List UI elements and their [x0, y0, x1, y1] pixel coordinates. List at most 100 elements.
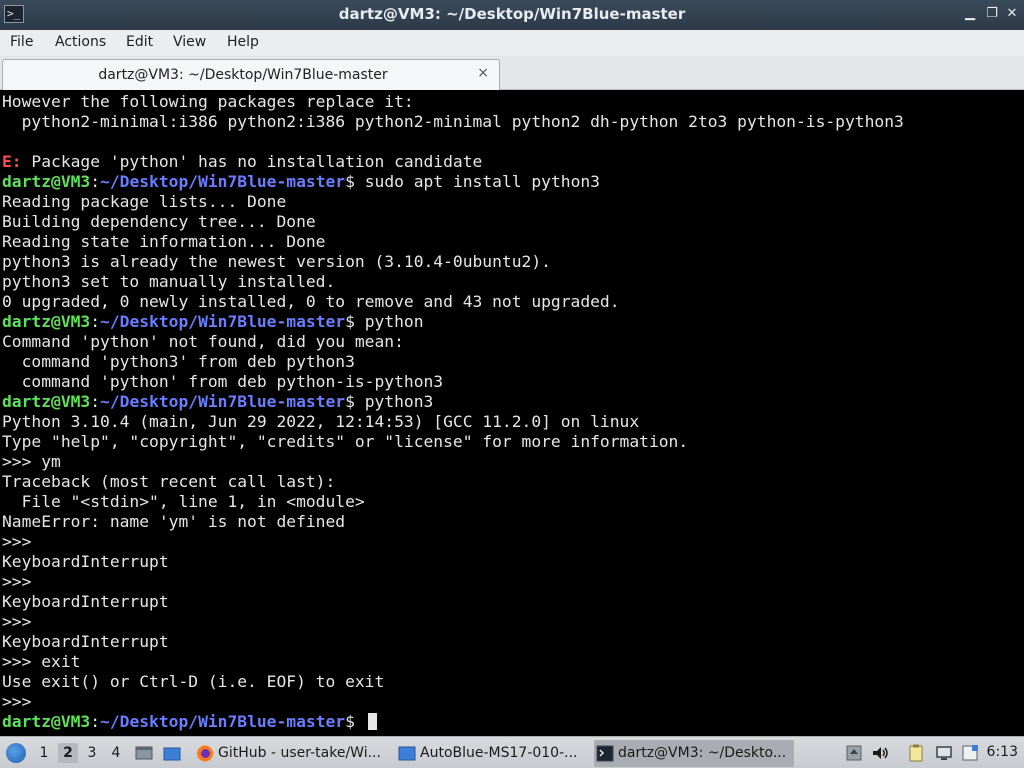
terminal-line: >>>	[2, 692, 1024, 712]
terminal-line: dartz@VM3:~/Desktop/Win7Blue-master$ pyt…	[2, 392, 1024, 412]
maximize-icon[interactable]: ❐	[984, 6, 1000, 22]
close-icon[interactable]: ✕	[1004, 6, 1020, 22]
terminal-line: python3 is already the newest version (3…	[2, 252, 1024, 272]
tab-bar: dartz@VM3: ~/Desktop/Win7Blue-master ×	[0, 56, 1024, 90]
output-text: 0 upgraded, 0 newly installed, 0 to remo…	[2, 292, 620, 311]
terminal-line: dartz@VM3:~/Desktop/Win7Blue-master$ pyt…	[2, 312, 1024, 332]
folder-icon	[398, 746, 416, 761]
output-text: >>>	[2, 532, 32, 551]
output-text: command 'python3' from deb python3	[2, 352, 355, 371]
output-text: KeyboardInterrupt	[2, 632, 169, 651]
terminal-icon	[596, 745, 614, 762]
menu-edit[interactable]: Edit	[126, 34, 153, 50]
volume-icon[interactable]	[870, 743, 890, 763]
task-label: AutoBlue-MS17-010-...	[420, 745, 578, 761]
minimize-icon[interactable]: ▁	[962, 6, 978, 22]
task-firefox[interactable]: GitHub - user-take/Wi...	[194, 740, 386, 767]
terminal-line: KeyboardInterrupt	[2, 552, 1024, 572]
tab-label: dartz@VM3: ~/Desktop/Win7Blue-master	[98, 67, 388, 83]
terminal-line: KeyboardInterrupt	[2, 632, 1024, 652]
terminal-line: However the following packages replace i…	[2, 92, 1024, 112]
output-text: >>> exit	[2, 652, 81, 671]
menu-help[interactable]: Help	[227, 34, 259, 50]
menu-bar: File Actions Edit View Help	[0, 30, 1024, 56]
output-text: >>>	[2, 692, 32, 711]
terminal-line: python2-minimal:i386 python2:i386 python…	[2, 112, 1024, 132]
task-terminal[interactable]: dartz@VM3: ~/Deskto...	[594, 740, 794, 767]
workspace-4[interactable]: 4	[106, 743, 126, 763]
terminal-line: Building dependency tree... Done	[2, 212, 1024, 232]
output-text: File "<stdin>", line 1, in <module>	[2, 492, 365, 511]
prompt-user: dartz@VM3	[2, 172, 91, 191]
terminal-line: Type "help", "copyright", "credits" or "…	[2, 432, 1024, 452]
output-text: Type "help", "copyright", "credits" or "…	[2, 432, 689, 451]
output-text: >>> ym	[2, 452, 61, 471]
workspace-2[interactable]: 2	[58, 743, 78, 763]
terminal-line: 0 upgraded, 0 newly installed, 0 to remo…	[2, 292, 1024, 312]
output-text: Reading package lists... Done	[2, 192, 287, 211]
menu-actions[interactable]: Actions	[55, 34, 106, 50]
notification-icon[interactable]	[960, 743, 980, 763]
menu-file[interactable]: File	[10, 34, 33, 50]
menu-view[interactable]: View	[173, 34, 206, 50]
terminal-line: dartz@VM3:~/Desktop/Win7Blue-master$ sud…	[2, 172, 1024, 192]
title-bar: >_ dartz@VM3: ~/Desktop/Win7Blue-master …	[0, 0, 1024, 30]
prompt-user: dartz@VM3	[2, 312, 91, 331]
terminal-line: KeyboardInterrupt	[2, 592, 1024, 612]
prompt-path: ~/Desktop/Win7Blue-master	[100, 712, 346, 731]
command-text: python	[364, 312, 424, 331]
taskbar: 1 2 3 4 GitHub - user-take/Wi... AutoBlu…	[0, 736, 1024, 768]
clipboard-icon[interactable]	[906, 743, 926, 763]
error-text: Package 'python' has no installation can…	[21, 152, 483, 171]
prompt-separator: :	[90, 312, 101, 331]
terminal-line: File "<stdin>", line 1, in <module>	[2, 492, 1024, 512]
prompt-symbol: $	[345, 172, 365, 191]
terminal-line: >>> exit	[2, 652, 1024, 672]
terminal-line: dartz@VM3:~/Desktop/Win7Blue-master$	[2, 712, 1024, 732]
prompt-separator: :	[90, 172, 101, 191]
output-text: python3 is already the newest version (3…	[2, 252, 551, 271]
output-text: However the following packages replace i…	[2, 92, 414, 111]
output-text: KeyboardInterrupt	[2, 552, 169, 571]
tab-close-icon[interactable]: ×	[477, 65, 489, 81]
error-label: E:	[2, 152, 22, 171]
output-text: Use exit() or Ctrl-D (i.e. EOF) to exit	[2, 672, 385, 691]
clock[interactable]: 6:13	[987, 744, 1018, 760]
text-cursor	[367, 713, 377, 730]
terminal-line: Python 3.10.4 (main, Jun 29 2022, 12:14:…	[2, 412, 1024, 432]
network-icon[interactable]	[934, 743, 954, 763]
output-text: NameError: name 'ym' is not defined	[2, 512, 346, 531]
start-menu-icon[interactable]	[6, 743, 26, 763]
output-text: Command 'python' not found, did you mean…	[2, 332, 404, 351]
output-text: >>>	[2, 572, 32, 591]
output-text: Traceback (most recent call last):	[2, 472, 336, 491]
terminal-line: Reading package lists... Done	[2, 192, 1024, 212]
command-text: python3	[364, 392, 434, 411]
output-text: Building dependency tree... Done	[2, 212, 316, 231]
output-text: >>>	[2, 612, 32, 631]
prompt-user: dartz@VM3	[2, 392, 91, 411]
task-file-manager[interactable]: AutoBlue-MS17-010-...	[396, 740, 584, 767]
file-manager-icon[interactable]	[162, 743, 182, 763]
terminal-line: >>> ym	[2, 452, 1024, 472]
terminal-tab[interactable]: dartz@VM3: ~/Desktop/Win7Blue-master ×	[2, 59, 500, 90]
terminal-output[interactable]: However the following packages replace i…	[0, 90, 1024, 736]
workspace-3[interactable]: 3	[82, 743, 102, 763]
terminal-line: E: Package 'python' has no installation …	[2, 152, 1024, 172]
task-label: dartz@VM3: ~/Deskto...	[618, 745, 787, 761]
terminal-line: command 'python' from deb python-is-pyth…	[2, 372, 1024, 392]
terminal-line: Traceback (most recent call last):	[2, 472, 1024, 492]
task-label: GitHub - user-take/Wi...	[218, 745, 381, 761]
show-desktop-icon[interactable]	[134, 743, 154, 763]
output-text: Python 3.10.4 (main, Jun 29 2022, 12:14:…	[2, 412, 640, 431]
terminal-line: Command 'python' not found, did you mean…	[2, 332, 1024, 352]
prompt-user: dartz@VM3	[2, 712, 91, 731]
prompt-symbol: $	[345, 312, 365, 331]
workspace-1[interactable]: 1	[34, 743, 54, 763]
upload-icon[interactable]	[844, 743, 864, 763]
prompt-separator: :	[90, 392, 101, 411]
prompt-symbol: $	[345, 392, 365, 411]
output-text: python3 set to manually installed.	[2, 272, 336, 291]
terminal-line: python3 set to manually installed.	[2, 272, 1024, 292]
